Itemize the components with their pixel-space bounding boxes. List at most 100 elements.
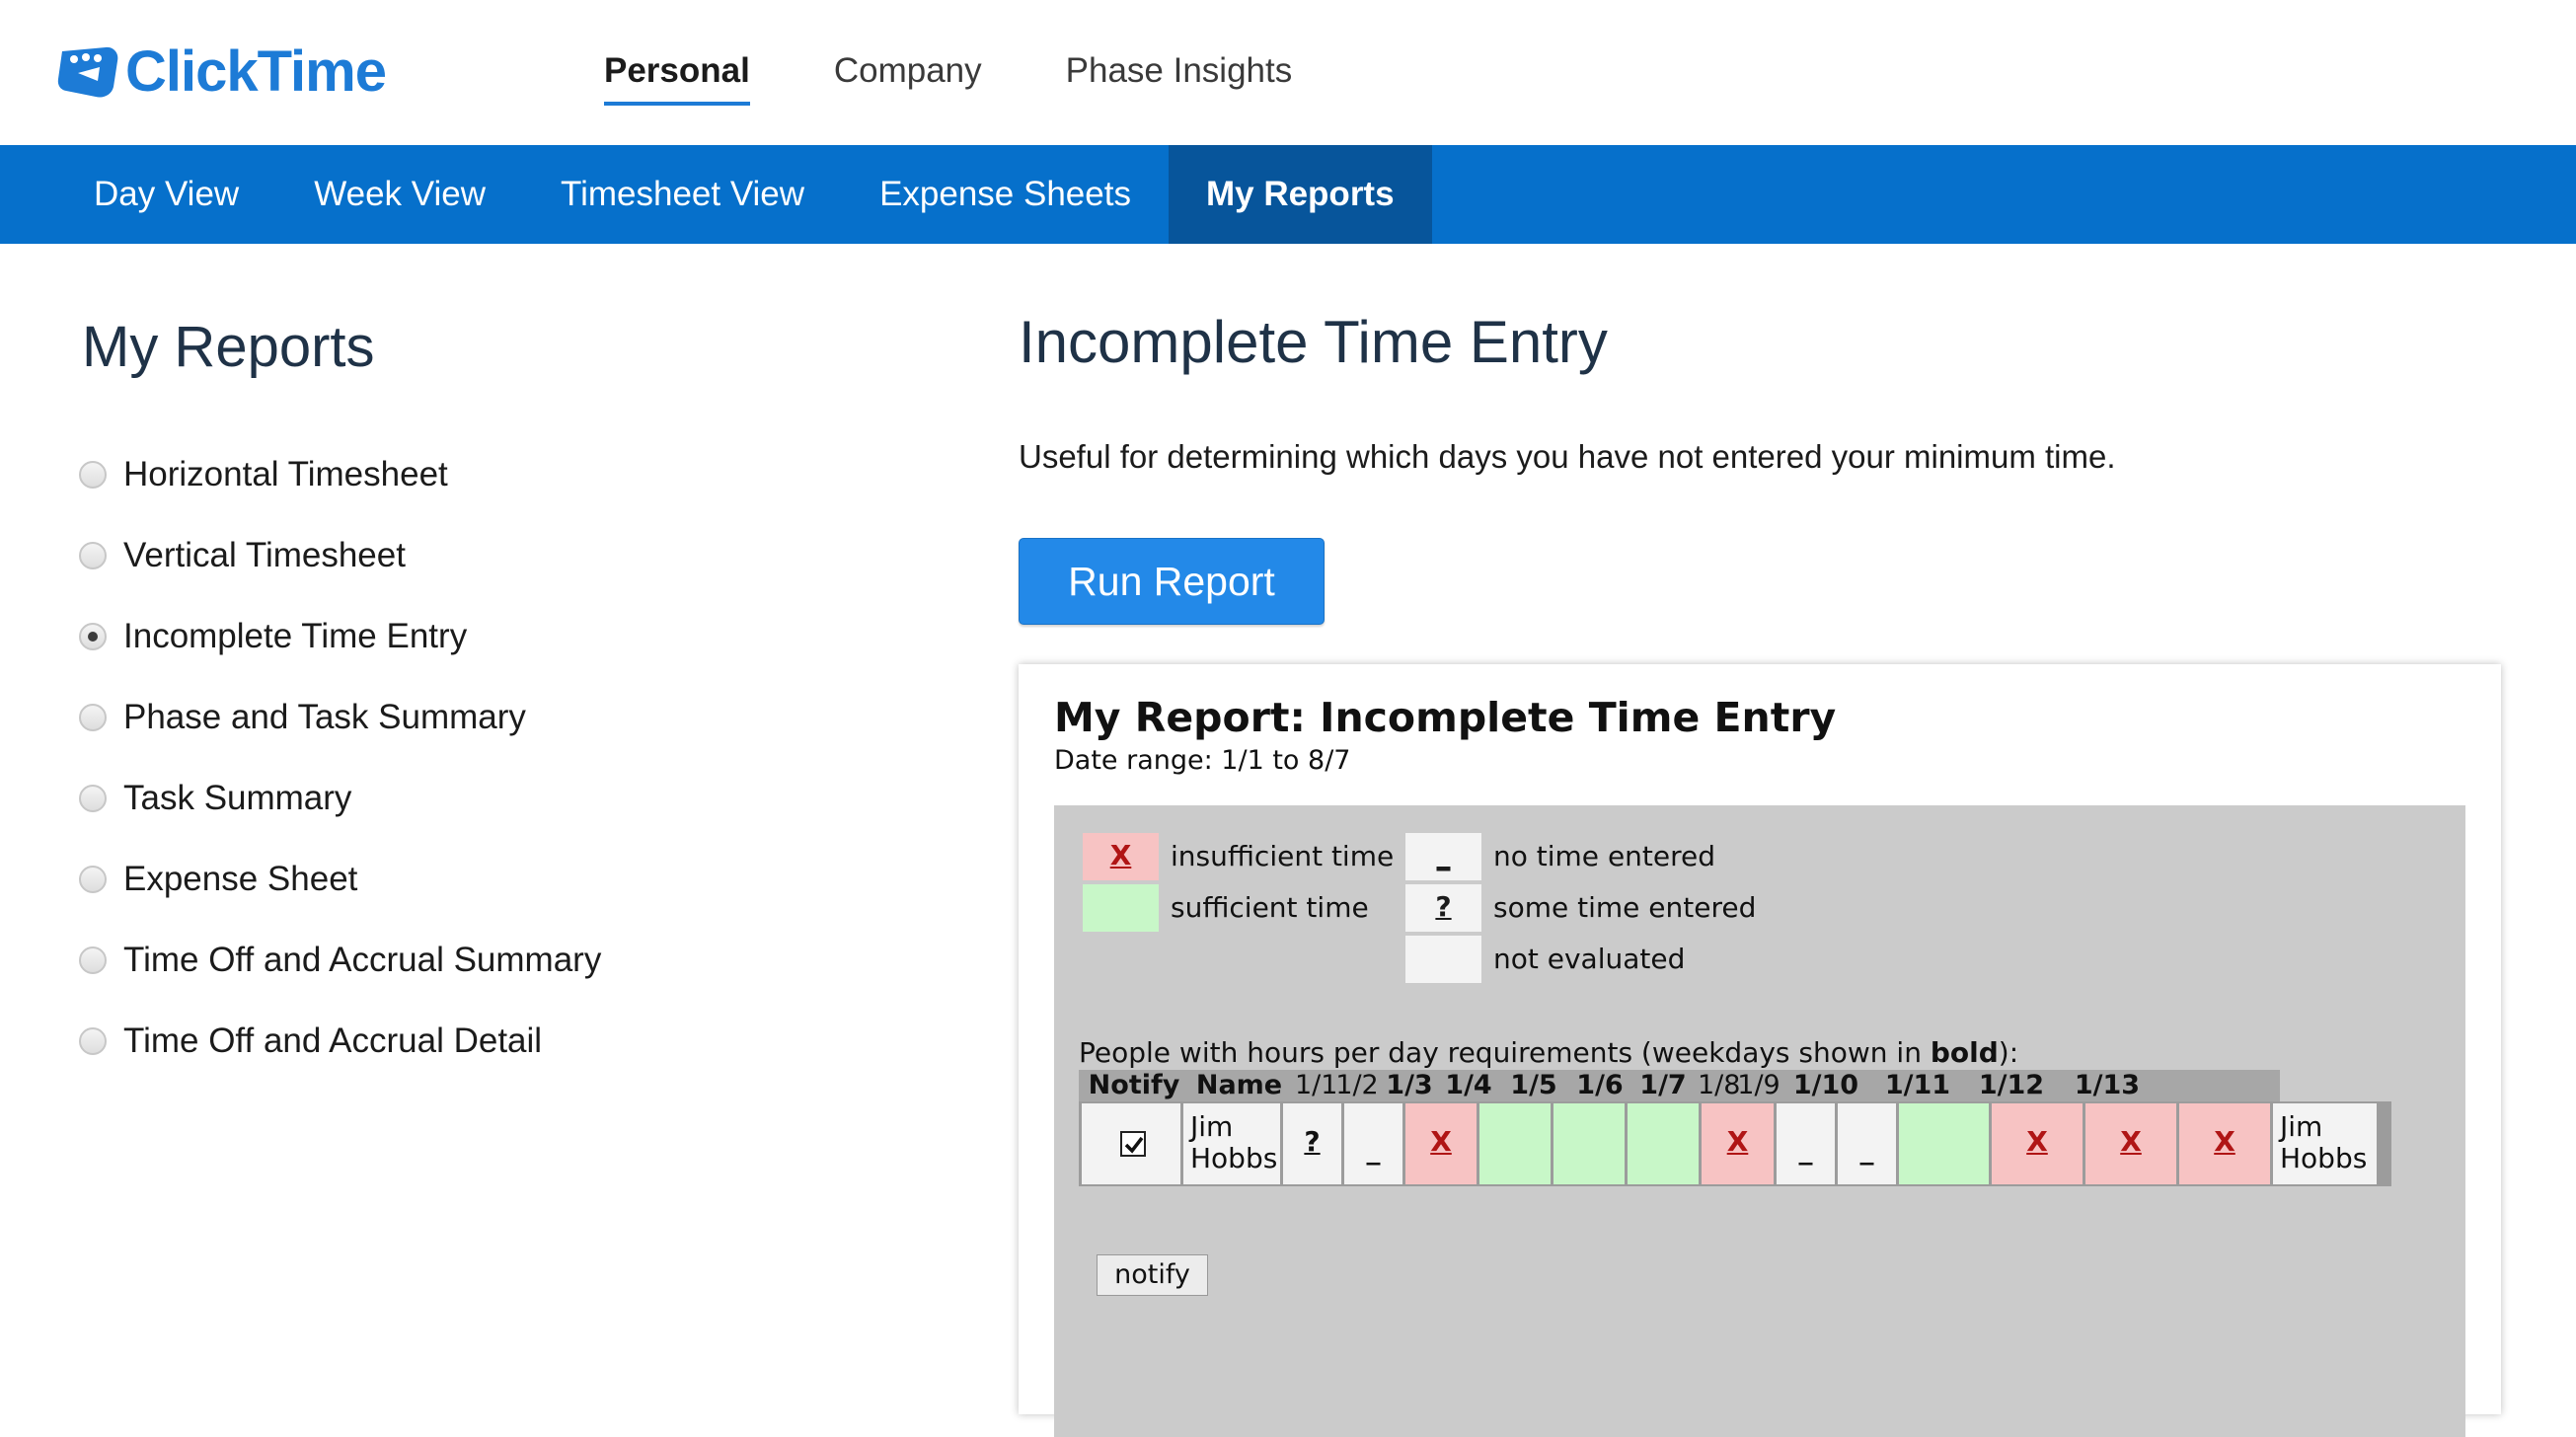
day-status: X [2120, 1125, 2142, 1158]
day-cell: X [1992, 1103, 2083, 1184]
report-option-task-summary[interactable]: Task Summary [79, 758, 601, 839]
day-status: X [2214, 1125, 2235, 1158]
column-header-day: 1/3 [1386, 1070, 1433, 1100]
notify-cell [1082, 1103, 1180, 1184]
day-cell: X [2179, 1103, 2270, 1184]
report-option-phase-and-task-summary[interactable]: Phase and Task Summary [79, 677, 601, 758]
day-status: X [1430, 1125, 1452, 1158]
column-header-day: 1/4 [1445, 1070, 1492, 1100]
requirements-text: People with hours per day requirements (… [1079, 1036, 1931, 1069]
requirements-note: People with hours per day requirements (… [1079, 1036, 2018, 1069]
report-body: X insufficient time sufficient time _ no… [1054, 805, 2465, 1437]
column-header-day: 1/13 [2074, 1070, 2141, 1100]
tab-day-view[interactable]: Day View [0, 145, 276, 244]
tab-my-reports[interactable]: My Reports [1168, 145, 1432, 244]
top-nav-phase-insights[interactable]: Phase Insights [1066, 0, 1293, 145]
top-nav-company[interactable]: Company [834, 0, 982, 145]
day-cell: _ [1777, 1103, 1835, 1184]
radio-button[interactable] [79, 461, 107, 489]
day-cell: X [1702, 1103, 1774, 1184]
logo-text: ClickTime [125, 38, 387, 104]
radio-button[interactable] [79, 542, 107, 569]
requirements-bold: bold [1930, 1036, 1999, 1069]
day-cell [1553, 1103, 1625, 1184]
notify-checkbox[interactable] [1120, 1131, 1146, 1157]
day-cell: X [2085, 1103, 2176, 1184]
sidebar-title: My Reports [82, 315, 375, 379]
column-header-day: 1/10 [1792, 1070, 1859, 1100]
column-header-day: 1/9 [1737, 1070, 1780, 1100]
notify-button[interactable]: notify [1097, 1254, 1208, 1296]
top-nav-personal[interactable]: Personal [604, 0, 750, 145]
report-option-label: Incomplete Time Entry [123, 617, 468, 655]
name-first: Jim [1190, 1110, 1234, 1143]
day-cell: X [1405, 1103, 1477, 1184]
clicktime-logo-icon [57, 46, 118, 98]
report-date-range: Date range: 1/1 to 8/7 [1054, 745, 1351, 776]
column-header-day: 1/2 [1335, 1070, 1379, 1100]
name-last: Hobbs [2280, 1142, 2368, 1174]
top-nav: Personal Company Phase Insights [604, 0, 1376, 145]
name-first: Jim [2280, 1110, 2323, 1143]
radio-button[interactable] [79, 866, 107, 893]
report-option-label: Vertical Timesheet [123, 536, 406, 574]
day-status: _ [1366, 1133, 1381, 1166]
day-status: ? [1304, 1125, 1321, 1158]
run-report-button[interactable]: Run Report [1019, 538, 1325, 625]
day-cell [1899, 1103, 1989, 1184]
column-header-name: Name [1195, 1070, 1283, 1100]
day-status: X [1726, 1125, 1749, 1158]
day-cell: ? [1283, 1103, 1341, 1184]
report-list: Horizontal Timesheet Vertical Timesheet … [79, 434, 601, 1082]
table-row: Jim Hobbs ? _ X X _ _ X X X Jim Hobbs [1079, 1101, 2391, 1186]
column-header-day: 1/6 [1576, 1070, 1624, 1100]
report-option-label: Horizontal Timesheet [123, 455, 448, 493]
report-option-time-off-accrual-summary[interactable]: Time Off and Accrual Summary [79, 920, 601, 1001]
column-header-day: 1/8 [1698, 1070, 1741, 1100]
day-cell: _ [1344, 1103, 1402, 1184]
day-cell [1479, 1103, 1551, 1184]
report-description: Useful for determining which days you ha… [1019, 438, 2116, 475]
radio-button[interactable] [79, 946, 107, 974]
radio-button[interactable] [79, 1027, 107, 1055]
column-header-notify: Notify [1088, 1070, 1180, 1100]
report-option-label: Expense Sheet [123, 860, 358, 898]
column-header-day: 1/12 [1978, 1070, 2045, 1100]
day-status: _ [1798, 1133, 1813, 1166]
legend-insufficient-label: insufficient time [1171, 840, 1395, 872]
day-cell: _ [1838, 1103, 1896, 1184]
column-header-day: 1/5 [1510, 1070, 1557, 1100]
legend-sufficient-label: sufficient time [1171, 891, 1369, 924]
legend-not-evaluated-swatch [1405, 936, 1481, 983]
sub-nav: Day View Week View Timesheet View Expens… [0, 145, 2576, 244]
report-option-time-off-accrual-detail[interactable]: Time Off and Accrual Detail [79, 1001, 601, 1082]
report-option-vertical-timesheet[interactable]: Vertical Timesheet [79, 515, 601, 596]
report-option-expense-sheet[interactable]: Expense Sheet [79, 839, 601, 920]
report-option-incomplete-time-entry[interactable]: Incomplete Time Entry [79, 596, 601, 677]
report-option-label: Phase and Task Summary [123, 698, 526, 736]
top-header: ClickTime Personal Company Phase Insight… [0, 0, 2576, 145]
report-option-horizontal-timesheet[interactable]: Horizontal Timesheet [79, 434, 601, 515]
tab-week-view[interactable]: Week View [276, 145, 523, 244]
report-title: My Report: Incomplete Time Entry [1054, 694, 1837, 741]
radio-button-selected[interactable] [79, 623, 107, 650]
requirements-end: ): [1998, 1036, 2019, 1069]
tab-timesheet-view[interactable]: Timesheet View [523, 145, 842, 244]
legend-some-time-swatch: ? [1405, 884, 1481, 932]
legend-no-time-label: no time entered [1493, 840, 1716, 872]
report-option-label: Time Off and Accrual Detail [123, 1021, 543, 1060]
report-panel: My Report: Incomplete Time Entry Date ra… [1019, 664, 2501, 1437]
name-cell: Jim Hobbs [1183, 1103, 1280, 1184]
radio-button[interactable] [79, 785, 107, 812]
tab-expense-sheets[interactable]: Expense Sheets [842, 145, 1169, 244]
report-option-label: Task Summary [123, 779, 352, 817]
name-cell-right: Jim Hobbs [2273, 1103, 2377, 1184]
clicktime-logo[interactable]: ClickTime [54, 36, 387, 107]
legend-not-evaluated-label: not evaluated [1493, 943, 1686, 975]
day-status: X [2026, 1125, 2048, 1158]
name-last: Hobbs [1190, 1142, 1278, 1174]
legend-some-time-label: some time entered [1493, 891, 1757, 924]
day-cell [1628, 1103, 1699, 1184]
radio-button[interactable] [79, 704, 107, 731]
column-header-day: 1/7 [1639, 1070, 1687, 1100]
